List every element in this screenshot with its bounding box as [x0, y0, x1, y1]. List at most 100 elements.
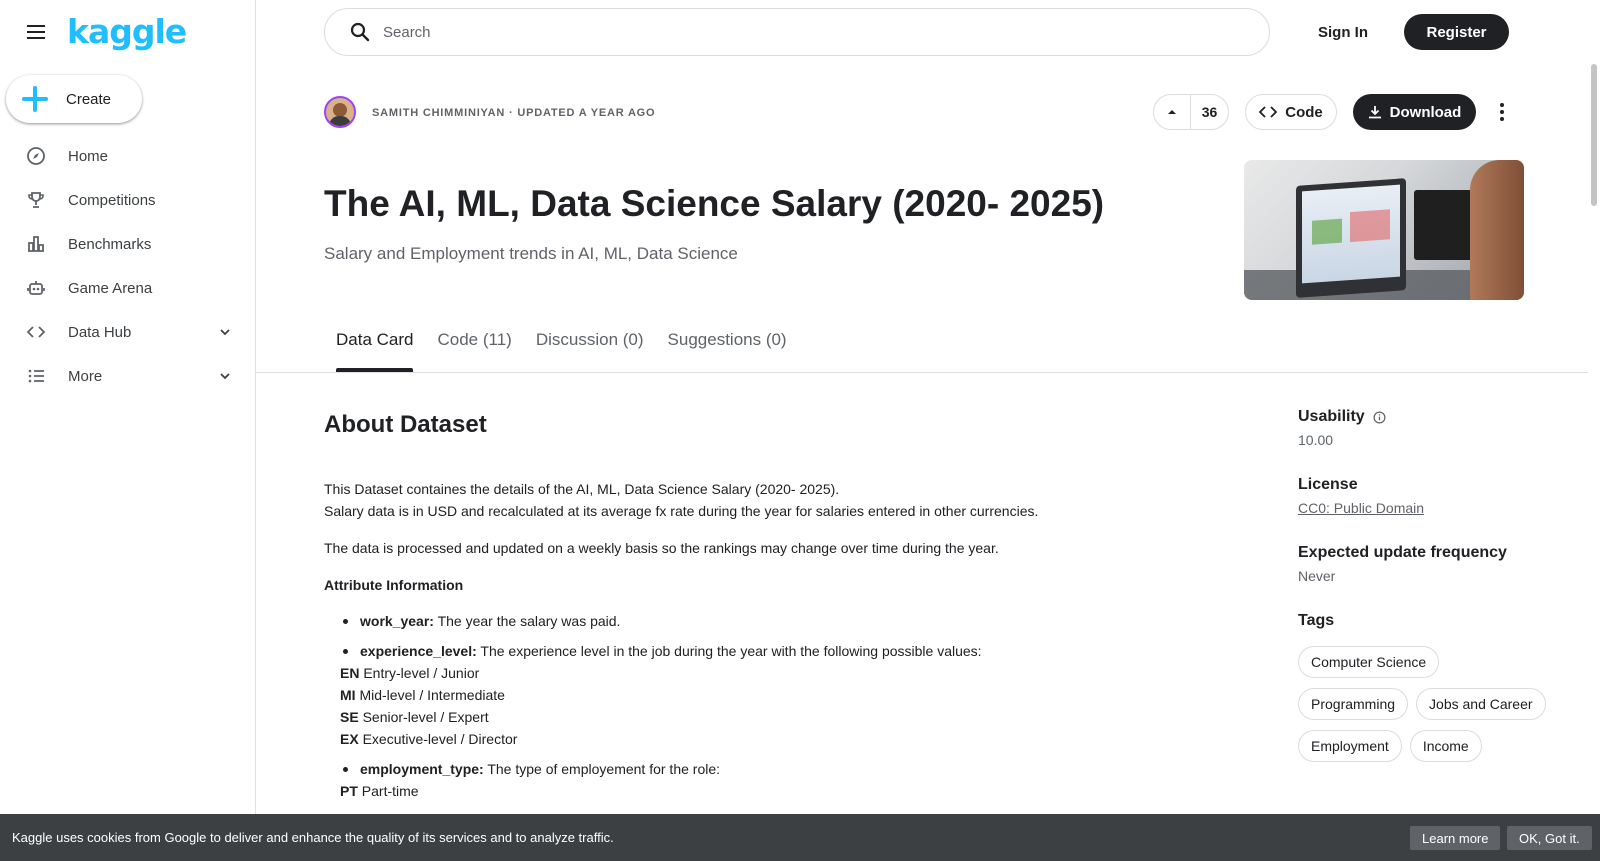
download-icon [1368, 106, 1381, 119]
attribute-codes: PT Part-time [340, 780, 1244, 802]
sidebar-item-home[interactable]: Home [0, 134, 255, 178]
attribute-info-title: Attribute Information [324, 577, 464, 593]
hero-chart-block [1312, 218, 1342, 245]
avatar[interactable] [324, 96, 356, 128]
page-title: The AI, ML, Data Science Salary (2020- 2… [324, 183, 1105, 224]
kaggle-logo[interactable]: kaggle [67, 12, 187, 51]
sidebar-item-more[interactable]: More [0, 354, 255, 398]
tag-chip[interactable]: Computer Science [1298, 646, 1440, 678]
sidebar-nav: Home Competitions Benchmarks Game Arena … [0, 134, 255, 398]
frequency-value: Never [1298, 568, 1336, 584]
upvote-widget: 36 [1153, 94, 1229, 130]
sidebar-item-label: More [68, 367, 103, 385]
sidebar-item-competitions[interactable]: Competitions [0, 178, 255, 222]
tags-list: Computer Science Programming Jobs and Ca… [1298, 646, 1548, 762]
sidebar-item-benchmarks[interactable]: Benchmarks [0, 222, 255, 266]
list-icon [24, 364, 48, 388]
dataset-description: This Dataset containes the details of th… [324, 478, 1244, 810]
about-heading: About Dataset [324, 411, 487, 438]
compass-icon [24, 144, 48, 168]
description-paragraph: The data is processed and updated on a w… [324, 540, 999, 556]
download-button[interactable]: Download [1353, 94, 1476, 130]
hero-person [1470, 160, 1524, 300]
create-label: Create [66, 90, 112, 108]
avatar-face [333, 103, 347, 117]
tags-label: Tags [1298, 612, 1335, 629]
usability-label: Usability [1298, 408, 1365, 425]
page-scrollbar[interactable] [1588, 0, 1600, 861]
attribute-desc: The experience level in the job during t… [480, 643, 982, 659]
attribute-desc: The type of employement for the role: [487, 761, 721, 777]
cookie-banner: Kaggle uses cookies from Google to deliv… [0, 814, 1600, 861]
hero-screen [1302, 184, 1400, 284]
attribute-desc: The year the salary was paid. [437, 613, 621, 629]
attribute-item: work_year: The year the salary was paid. [324, 610, 1244, 632]
search-icon [350, 22, 370, 42]
upvote-button[interactable] [1154, 95, 1191, 129]
code-value: Executive-level / Director [362, 731, 518, 747]
attribute-name: experience_level: [360, 643, 477, 659]
code-key: SE [340, 709, 359, 725]
scrollbar-thumb[interactable] [1591, 64, 1597, 206]
sidebar-item-game-arena[interactable]: Game Arena [0, 266, 255, 310]
attribute-name: work_year: [360, 613, 434, 629]
sidebar-item-label: Data Hub [68, 323, 132, 341]
sidebar-item-label: Game Arena [68, 279, 153, 297]
download-button-label: Download [1389, 103, 1462, 121]
chevron-down-icon[interactable] [217, 368, 233, 384]
usability-heading: Usability [1298, 408, 1558, 426]
code-button-label: Code [1285, 103, 1323, 121]
license-link[interactable]: CC0: Public Domain [1298, 500, 1424, 516]
tag-chip[interactable]: Income [1409, 730, 1482, 762]
register-button[interactable]: Register [1404, 14, 1509, 50]
tab-code[interactable]: Code (11) [425, 330, 523, 372]
code-value: Part-time [361, 783, 419, 799]
code-line: SE Senior-level / Expert [340, 706, 1244, 728]
code-line: PT Part-time [340, 780, 1244, 802]
dataset-meta: Usability 10.00 License CC0: Public Doma… [1298, 408, 1558, 762]
cookie-ok-button[interactable]: OK, Got it. [1507, 826, 1592, 850]
plus-icon [22, 86, 48, 112]
code-value: Mid-level / Intermediate [359, 687, 505, 703]
hero-monitor [1414, 190, 1474, 260]
create-button[interactable]: Create [6, 75, 142, 123]
code-icon [24, 320, 48, 344]
attribute-list: employment_type: The type of employement… [324, 758, 1244, 780]
sign-in-button[interactable]: Sign In [1306, 14, 1380, 50]
code-value: Entry-level / Junior [363, 665, 480, 681]
vote-count[interactable]: 36 [1191, 104, 1228, 120]
tab-discussion[interactable]: Discussion (0) [524, 330, 656, 372]
tag-chip[interactable]: Jobs and Career [1416, 688, 1546, 720]
tab-suggestions[interactable]: Suggestions (0) [656, 330, 799, 372]
code-line: MI Mid-level / Intermediate [340, 684, 1244, 706]
code-key: MI [340, 687, 356, 703]
dataset-tabs: Data Card Code (11) Discussion (0) Sugge… [324, 330, 799, 372]
info-icon[interactable] [1373, 411, 1386, 424]
search-bar[interactable] [324, 8, 1270, 56]
author-line[interactable]: SAMITH CHIMMINIYAN · UPDATED A YEAR AGO [372, 107, 655, 119]
description-line: This Dataset containes the details of th… [324, 481, 840, 497]
caret-up-icon [1168, 110, 1176, 114]
sidebar-item-label: Benchmarks [68, 235, 152, 253]
code-line: EX Executive-level / Director [340, 728, 1244, 750]
chevron-down-icon[interactable] [217, 324, 233, 340]
code-line: EN Entry-level / Junior [340, 662, 1244, 684]
more-options-icon[interactable] [1490, 100, 1514, 124]
code-icon [1259, 106, 1278, 118]
tag-chip[interactable]: Employment [1298, 730, 1402, 762]
learn-more-button[interactable]: Learn more [1410, 826, 1501, 850]
tab-data-card[interactable]: Data Card [324, 330, 425, 372]
code-button[interactable]: Code [1245, 94, 1337, 130]
code-key: EX [340, 731, 359, 747]
tag-chip[interactable]: Programming [1298, 688, 1409, 720]
description-paragraph: This Dataset containes the details of th… [324, 478, 1244, 522]
bar-chart-icon [24, 232, 48, 256]
trophy-icon [24, 188, 48, 212]
sidebar-item-data-hub[interactable]: Data Hub [0, 310, 255, 354]
tabs-divider [256, 372, 1588, 373]
search-input[interactable] [383, 23, 1183, 41]
hamburger-menu-icon[interactable] [24, 20, 48, 44]
attribute-item: employment_type: The type of employement… [324, 758, 1244, 780]
sidebar: kaggle Create Home Competitions Benchmar… [0, 0, 256, 861]
robot-icon [24, 276, 48, 300]
